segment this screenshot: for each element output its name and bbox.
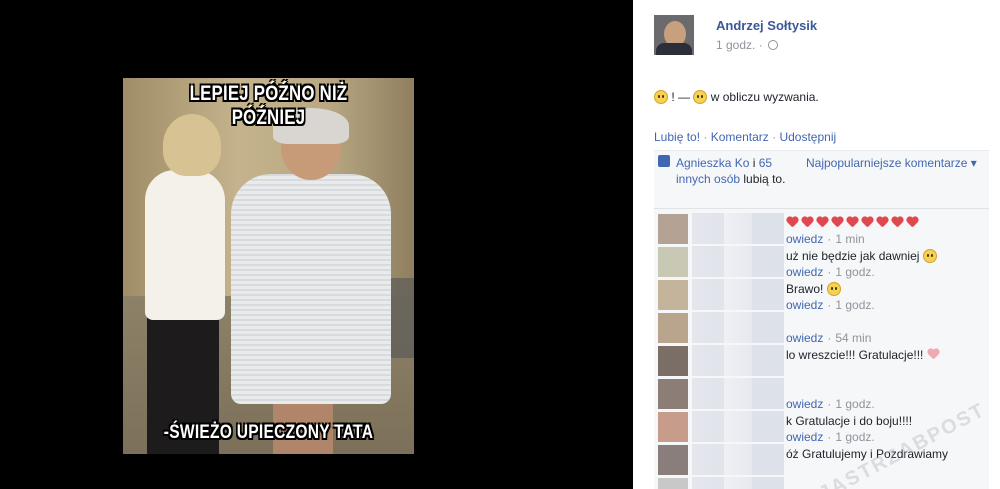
meme-top-caption: LEPIEJ PÓŹNO NIŻ PÓŹNIEJ xyxy=(189,82,348,129)
commenter-avatar[interactable] xyxy=(658,445,688,475)
comment-item: Brawo! owiedz · 1 godz. xyxy=(654,277,989,312)
comment-item: lo wreszcie!!! Gratulacje!!! xyxy=(654,343,989,376)
like-link[interactable]: Lubię to! xyxy=(654,130,700,144)
heart-emoji-icon xyxy=(891,217,903,228)
commenter-avatar[interactable] xyxy=(658,412,688,442)
likes-summary: Agnieszka Ko i 65 innych osób lubią to. … xyxy=(654,151,989,209)
smile-emoji-icon xyxy=(654,90,668,104)
liker-name-link[interactable]: Agnieszka Ko xyxy=(676,156,749,170)
pixelated-commenter-name xyxy=(692,312,784,343)
heart-emoji-icon xyxy=(816,217,828,228)
meme-bottom-caption: -ŚWIEŻO UPIECZONY TATA xyxy=(163,422,374,443)
pixelated-commenter-name xyxy=(692,246,784,277)
share-link[interactable]: Udostępnij xyxy=(779,130,836,144)
comments-section: Agnieszka Ko i 65 innych osób lubią to. … xyxy=(654,150,989,489)
likes-suffix: lubią to. xyxy=(740,172,786,186)
pixelated-commenter-name xyxy=(692,213,784,244)
photo-man-gown xyxy=(231,174,391,404)
meta-separator: · xyxy=(758,38,763,52)
comment-sort-dropdown[interactable]: Najpopularniejsze komentarze ▾ xyxy=(806,156,977,170)
likes-and: i xyxy=(749,156,759,170)
heart-emoji-icon xyxy=(861,217,873,228)
pixelated-commenter-name xyxy=(692,477,784,489)
commenter-avatar[interactable] xyxy=(658,280,688,310)
post-timestamp[interactable]: 1 godz. xyxy=(716,38,755,52)
action-separator: · xyxy=(703,130,708,144)
heart-emoji-icon xyxy=(846,217,858,228)
comment-text-content: k Gratulacje i do boju!!!! xyxy=(786,414,913,428)
smile-emoji-icon xyxy=(923,249,938,263)
comment-text xyxy=(786,216,921,230)
pixelated-commenter-name xyxy=(692,378,784,409)
pixelated-commenter-name xyxy=(692,444,784,475)
comment-text: Brawo! xyxy=(786,282,842,296)
avatar-shirt xyxy=(656,43,692,55)
commenter-avatar[interactable] xyxy=(658,478,688,489)
comment-text: uż nie będzie jak dawniej xyxy=(786,249,938,263)
globe-icon[interactable] xyxy=(768,40,779,50)
post-text: ! — w obliczu wyzwania. xyxy=(654,90,819,104)
heart-emoji-icon xyxy=(801,217,813,228)
heart-emoji-icon xyxy=(927,349,939,360)
comment-text-content: Brawo! xyxy=(786,282,824,296)
post-author-name[interactable]: Andrzej Sołtysik xyxy=(716,18,817,33)
pixelated-commenter-name xyxy=(692,279,784,310)
commenter-avatar[interactable] xyxy=(658,346,688,376)
likes-text: Agnieszka Ko i 65 innych osób lubią to. xyxy=(676,155,796,187)
photo-woman-body xyxy=(145,170,225,320)
comment-item: óż Gratulujemy i Pozdrawiamy xyxy=(654,442,989,475)
comment-link[interactable]: Komentarz xyxy=(711,130,769,144)
heart-emoji-icon xyxy=(786,217,798,228)
commenter-avatar[interactable] xyxy=(658,379,688,409)
commenter-avatar[interactable] xyxy=(658,214,688,244)
smile-emoji-icon xyxy=(827,282,842,296)
comment-item: owiedz · 1 min xyxy=(654,211,989,246)
post-text-part2: — xyxy=(678,90,691,104)
action-separator: · xyxy=(772,130,777,144)
post-text-part3: w obliczu wyzwania. xyxy=(710,90,819,104)
comment-text-content: lo wreszcie!!! Gratulacje!!! xyxy=(786,348,924,362)
heart-emoji-icon xyxy=(906,217,918,228)
post-actions: Lubię to! · Komentarz · Udostępnij xyxy=(654,130,836,144)
post-meta: 1 godz. · xyxy=(716,38,779,52)
comment-item: owiedz · 54 min xyxy=(654,310,989,345)
thumbs-up-icon xyxy=(658,155,670,167)
post-text-part1: ! xyxy=(671,90,675,104)
meme-photo[interactable]: LEPIEJ PÓŹNO NIŻ PÓŹNIEJ -ŚWIEŻO UPIECZO… xyxy=(123,78,414,454)
commenter-avatar[interactable] xyxy=(658,313,688,343)
comment-text-content: uż nie będzie jak dawniej xyxy=(786,249,920,263)
post-side-panel: Andrzej Sołtysik 1 godz. · ! — w obliczu… xyxy=(633,0,1000,489)
heart-emoji-icon xyxy=(876,217,888,228)
pixelated-commenter-name xyxy=(692,411,784,442)
confused-emoji-icon xyxy=(693,90,708,104)
photo-viewer-stage: LEPIEJ PÓŹNO NIŻ PÓŹNIEJ -ŚWIEŻO UPIECZO… xyxy=(0,0,633,489)
heart-emoji-icon xyxy=(831,217,843,228)
comment-text: k Gratulacje i do boju!!!! xyxy=(786,414,912,428)
comment-item: uż nie będzie jak dawniej owiedz · 1 godz. xyxy=(654,244,989,279)
commenter-avatar[interactable] xyxy=(658,247,688,277)
comment-text: lo wreszcie!!! Gratulacje!!! xyxy=(786,348,942,362)
author-avatar[interactable] xyxy=(654,15,694,55)
comment-item: owiedz·1 godz. xyxy=(654,376,989,411)
pixelated-commenter-name xyxy=(692,345,784,376)
